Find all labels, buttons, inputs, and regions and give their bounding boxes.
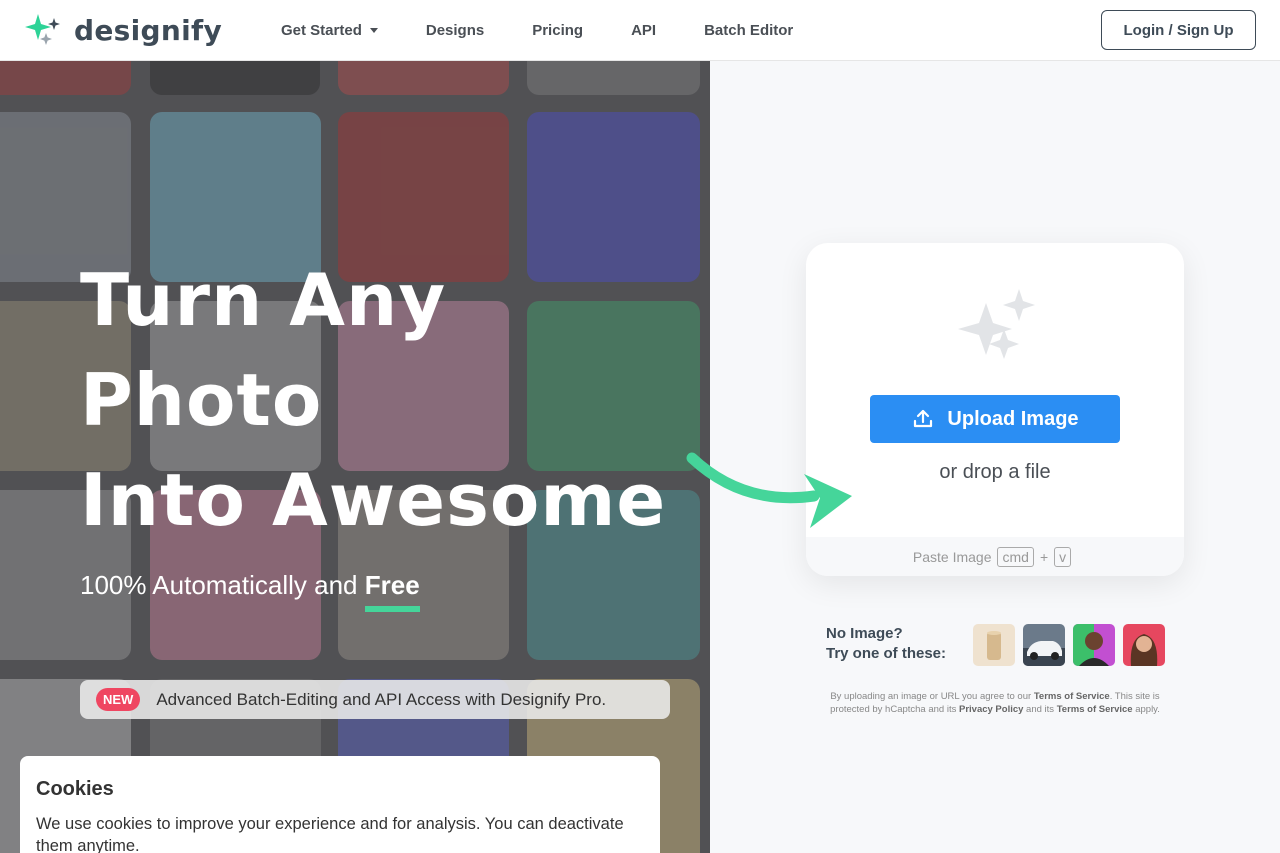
nav-designs-label: Designs bbox=[425, 21, 485, 39]
plus-sign: + bbox=[1039, 548, 1049, 565]
promo-text: Advanced Batch-Editing and API Access wi… bbox=[156, 689, 607, 709]
nav-get-started[interactable]: Get Started bbox=[281, 22, 378, 39]
sample-label-line: Try one of these: bbox=[826, 645, 947, 662]
nav-batch-editor[interactable]: Batch Editor bbox=[704, 22, 793, 39]
sparkle-logo-icon bbox=[25, 14, 60, 45]
terms-of-service-link[interactable]: Terms of Service bbox=[1057, 704, 1133, 715]
hero-title-line: Into Awesome bbox=[80, 458, 667, 542]
terms-text: and its bbox=[1023, 704, 1057, 715]
man-thumbnail-icon bbox=[1073, 624, 1109, 666]
terms-text: apply. bbox=[1132, 704, 1160, 715]
woman-thumbnail-icon bbox=[1130, 634, 1158, 666]
nav-pricing-label: Pricing bbox=[532, 21, 584, 39]
cookie-title: Cookies bbox=[36, 778, 114, 800]
terms-of-service-link[interactable]: Terms of Service bbox=[1034, 691, 1110, 702]
paste-image-hint: Paste Image cmd + v bbox=[806, 537, 1184, 576]
sample-image-woman[interactable] bbox=[1123, 624, 1165, 666]
sample-image-cylinder[interactable] bbox=[973, 624, 1015, 666]
main-nav: Get Started Designs Pricing API Batch Ed… bbox=[281, 0, 841, 60]
brand-name: designify bbox=[74, 13, 223, 47]
cookie-text: We use cookies to improve your experienc… bbox=[36, 815, 624, 853]
hero-subtitle: 100% Automatically and Free bbox=[80, 570, 420, 601]
upload-image-label: Upload Image bbox=[947, 407, 1079, 430]
hero-subtitle-text: 100% Automatically and bbox=[80, 570, 365, 600]
hero-title-line: Turn Any bbox=[80, 258, 447, 342]
hero-title: Turn Any Photo Into Awesome bbox=[80, 250, 666, 550]
sample-image-man[interactable] bbox=[1073, 624, 1115, 666]
chevron-down-icon bbox=[369, 27, 378, 33]
cylinder-thumbnail-icon bbox=[987, 631, 1001, 660]
cookie-banner: Cookies We use cookies to improve your e… bbox=[20, 756, 660, 853]
terms-notice: By uploading an image or URL you agree t… bbox=[830, 690, 1160, 716]
brand-logo[interactable]: designify bbox=[24, 12, 222, 48]
nav-api-label: API bbox=[631, 21, 657, 39]
curved-arrow-icon bbox=[686, 452, 852, 528]
upload-icon bbox=[914, 409, 933, 428]
car-thumbnail-icon bbox=[1023, 641, 1065, 666]
nav-get-started-label: Get Started bbox=[281, 21, 362, 39]
v-key: v bbox=[1054, 546, 1072, 567]
upload-image-button[interactable]: Upload Image bbox=[870, 395, 1120, 443]
hero-subtitle-emphasis: Free bbox=[364, 570, 420, 600]
pro-promo-banner[interactable]: NEW Advanced Batch-Editing and API Acces… bbox=[80, 680, 670, 719]
paste-image-label: Paste Image bbox=[912, 548, 992, 565]
sample-images-label: No Image? Try one of these: bbox=[826, 624, 946, 664]
nav-designs[interactable]: Designs bbox=[426, 22, 484, 39]
top-header: designify Get Started Designs Pricing AP… bbox=[0, 0, 1280, 60]
hero-title-line: Photo bbox=[80, 358, 323, 442]
login-signup-button[interactable]: Login / Sign Up bbox=[1101, 10, 1256, 50]
sparkles-icon bbox=[958, 289, 1035, 359]
nav-api[interactable]: API bbox=[631, 22, 656, 39]
new-badge: NEW bbox=[96, 688, 141, 711]
nav-pricing[interactable]: Pricing bbox=[532, 22, 583, 39]
sample-label-line: No Image? bbox=[826, 625, 903, 642]
hero-section: Turn Any Photo Into Awesome 100% Automat… bbox=[0, 60, 710, 853]
cmd-key: cmd bbox=[997, 546, 1034, 567]
nav-batch-editor-label: Batch Editor bbox=[704, 21, 794, 39]
privacy-policy-link[interactable]: Privacy Policy bbox=[959, 704, 1023, 715]
terms-text: By uploading an image or URL you agree t… bbox=[830, 691, 1034, 702]
sample-image-car[interactable] bbox=[1023, 624, 1065, 666]
